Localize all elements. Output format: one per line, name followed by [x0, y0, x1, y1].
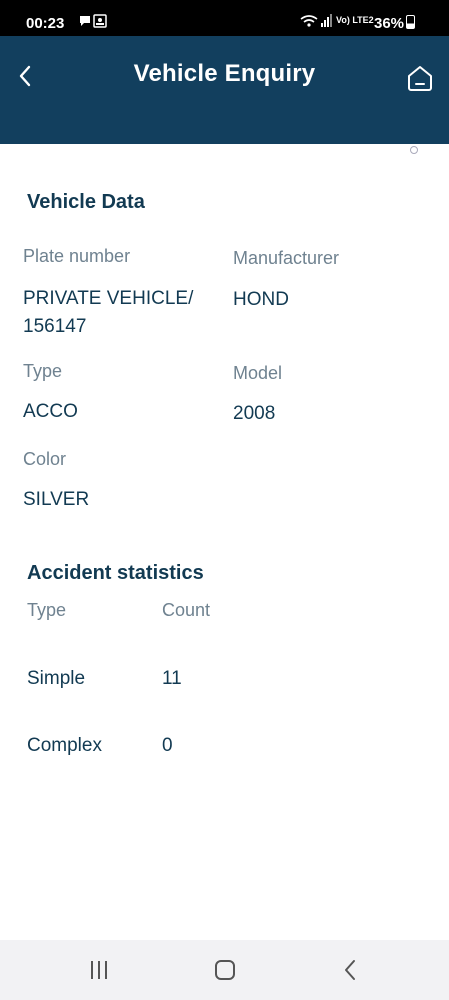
notification-icons [78, 14, 112, 31]
battery-percent: 36% [374, 15, 405, 32]
battery-icon [406, 15, 416, 29]
system-nav-bar [0, 940, 449, 1000]
battery-indicator: 36% [374, 15, 416, 32]
color-value: SILVER [23, 489, 90, 510]
back-icon[interactable] [337, 958, 365, 982]
status-bar: 00:23 Vo) LTE2 36% [0, 0, 449, 36]
row-complex-count: 0 [162, 735, 173, 756]
plate-number-label: Plate number [23, 246, 131, 266]
color-label: Color [23, 449, 67, 469]
accident-statistics-title: Accident statistics [27, 562, 204, 584]
manufacturer-value: HOND [233, 289, 289, 310]
type-value: ACCO [23, 401, 78, 422]
model-label: Model [233, 363, 283, 383]
model-value: 2008 [233, 403, 276, 424]
manufacturer-label: Manufacturer [233, 248, 340, 268]
type-label: Type [23, 361, 63, 381]
scroll-indicator [410, 146, 418, 154]
row-simple-count: 11 [162, 668, 182, 689]
page-title: Vehicle Enquiry [133, 60, 316, 87]
row-complex-type: Complex [27, 735, 102, 756]
row-simple-type: Simple [27, 668, 86, 689]
plate-number-line2: 156147 [23, 316, 87, 337]
lte-indicator: Vo) LTE2 [336, 15, 374, 25]
home-button-icon[interactable] [211, 958, 239, 982]
home-icon[interactable] [406, 64, 434, 92]
column-header-count: Count [162, 600, 211, 620]
recents-icon[interactable] [85, 958, 113, 982]
status-time: 00:23 [26, 15, 65, 32]
plate-number-line1: PRIVATE VEHICLE/ [23, 288, 194, 309]
app-header: Vehicle Enquiry [0, 36, 449, 144]
plate-number-value: PRIVATE VEHICLE/ 156147 [23, 285, 193, 341]
wifi-icon [300, 14, 334, 31]
column-header-type: Type [27, 600, 67, 620]
vehicle-data-title: Vehicle Data [27, 191, 145, 213]
